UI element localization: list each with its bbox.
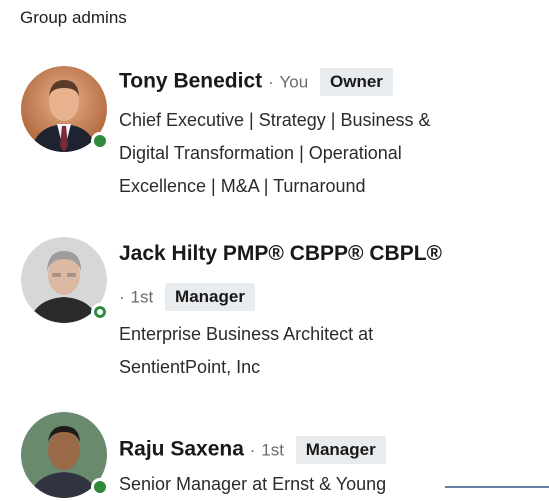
presence-online-icon (91, 132, 109, 150)
admin-name[interactable]: Tony Benedict (119, 70, 262, 93)
name-line: Tony Benedict · You Owner (119, 68, 393, 96)
name-line: Jack Hilty PMP® CBPP® CBPL® (119, 242, 442, 266)
section-title: Group admins (20, 8, 127, 27)
headline-line: Chief Executive | Strategy | Business & (119, 110, 431, 130)
headline-line: Senior Manager at Ernst & Young (119, 474, 387, 494)
role-badge: Owner (320, 68, 393, 96)
avatar[interactable] (21, 412, 109, 498)
headline-line: Enterprise Business Architect at (119, 324, 374, 344)
avatar[interactable] (21, 237, 109, 323)
name-line: Raju Saxena · 1st Manager (119, 436, 386, 464)
separator: · (249, 440, 256, 460)
relation-label: 1st (261, 440, 284, 460)
role-badge: Manager (295, 436, 386, 464)
relation-line: · 1st Manager (119, 283, 255, 311)
scroll-divider (445, 486, 549, 488)
admin-headline: Senior Manager at Ernst & Young (119, 468, 519, 501)
presence-away-icon (91, 303, 109, 321)
admin-headline: Enterprise Business Architect at Sentien… (119, 318, 519, 384)
headline-line: Excellence | M&A | Turnaround (119, 176, 366, 196)
separator: · (267, 72, 274, 92)
role-badge: Manager (165, 283, 255, 311)
avatar[interactable] (21, 66, 109, 152)
relation-label: 1st (130, 287, 154, 307)
admin-headline: Chief Executive | Strategy | Business & … (119, 104, 519, 203)
admin-name[interactable]: Raju Saxena (119, 438, 244, 461)
relation-label: You (279, 72, 309, 92)
admin-name[interactable]: Jack Hilty PMP® CBPP® CBPL® (119, 242, 442, 265)
headline-line: Digital Transformation | Operational (119, 143, 402, 163)
headline-line: SentientPoint, Inc (119, 357, 261, 377)
separator: · (119, 287, 125, 307)
presence-online-icon (91, 478, 109, 496)
